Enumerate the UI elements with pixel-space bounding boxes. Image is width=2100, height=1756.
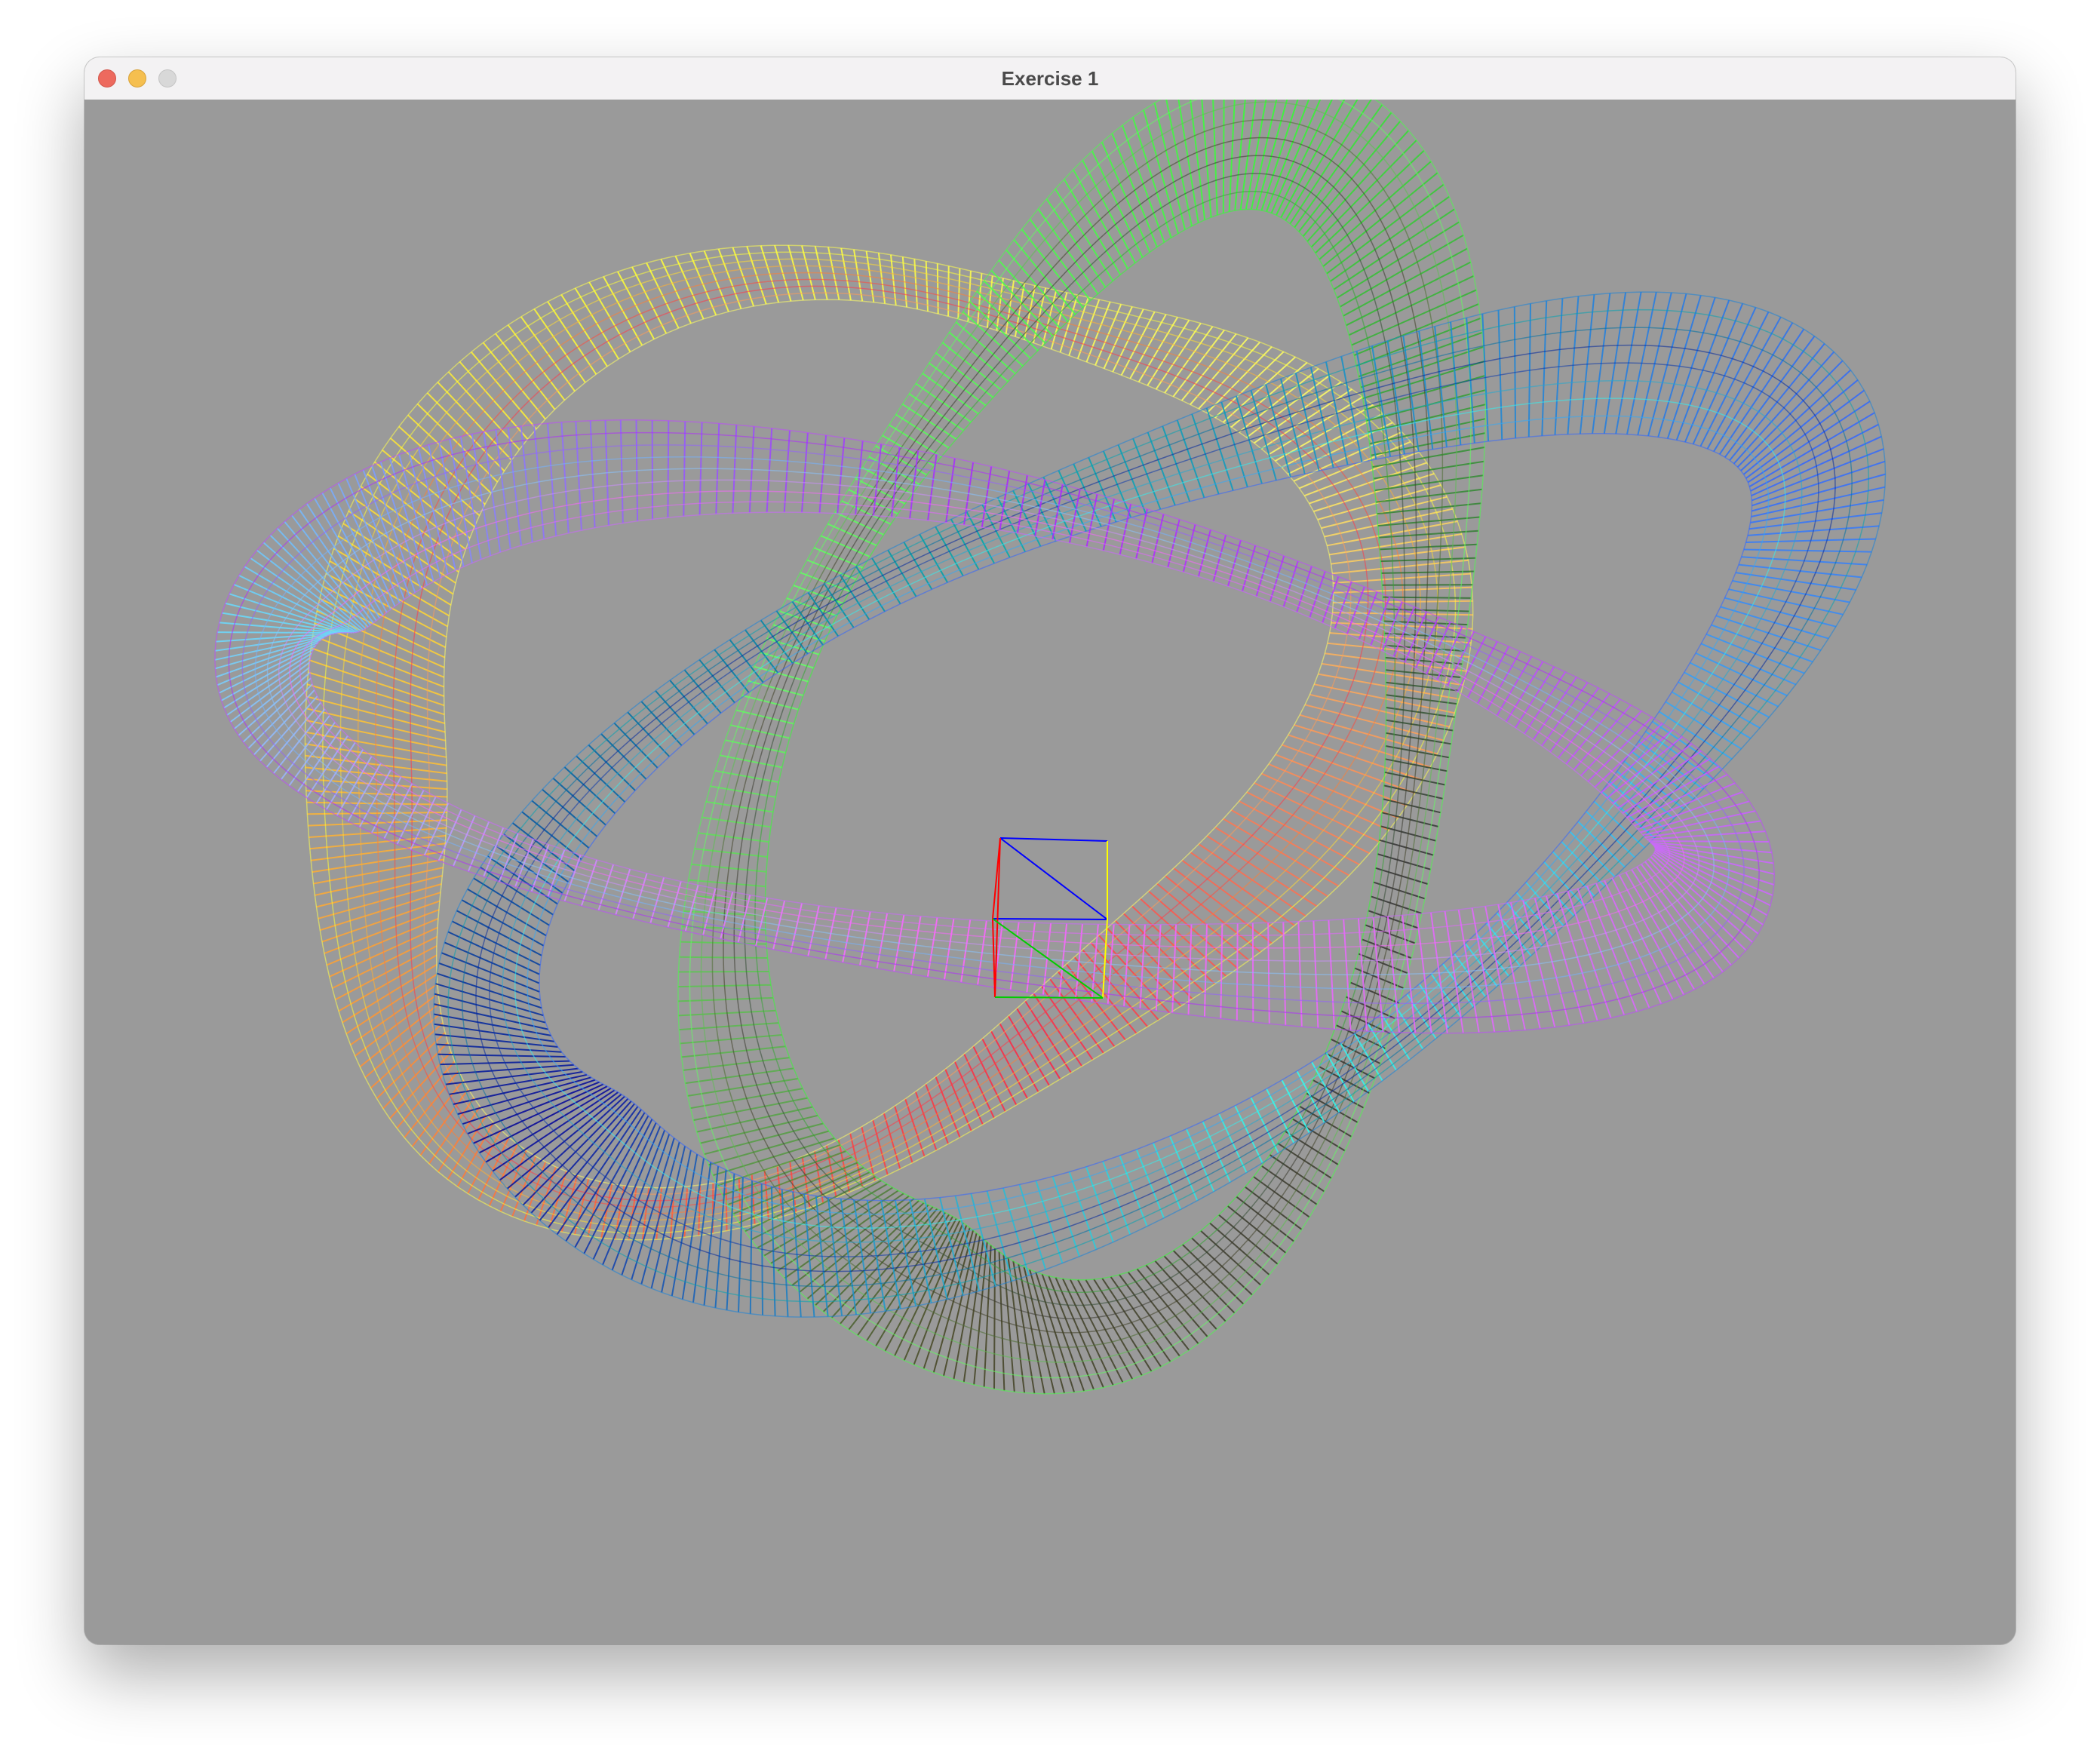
wireframe-scene (214, 100, 1887, 1395)
wireframe-ring-1 (304, 244, 1474, 1241)
window-title: Exercise 1 (1001, 67, 1099, 90)
axis-cube-edge (994, 996, 1104, 999)
render-viewport[interactable] (84, 100, 2016, 1644)
axis-cube-edge (999, 837, 1108, 920)
axis-cube-edge (999, 837, 1108, 842)
title-bar[interactable]: Exercise 1 (84, 57, 2016, 100)
axis-cube (992, 837, 1108, 999)
app-window: Exercise 1 (84, 57, 2016, 1644)
